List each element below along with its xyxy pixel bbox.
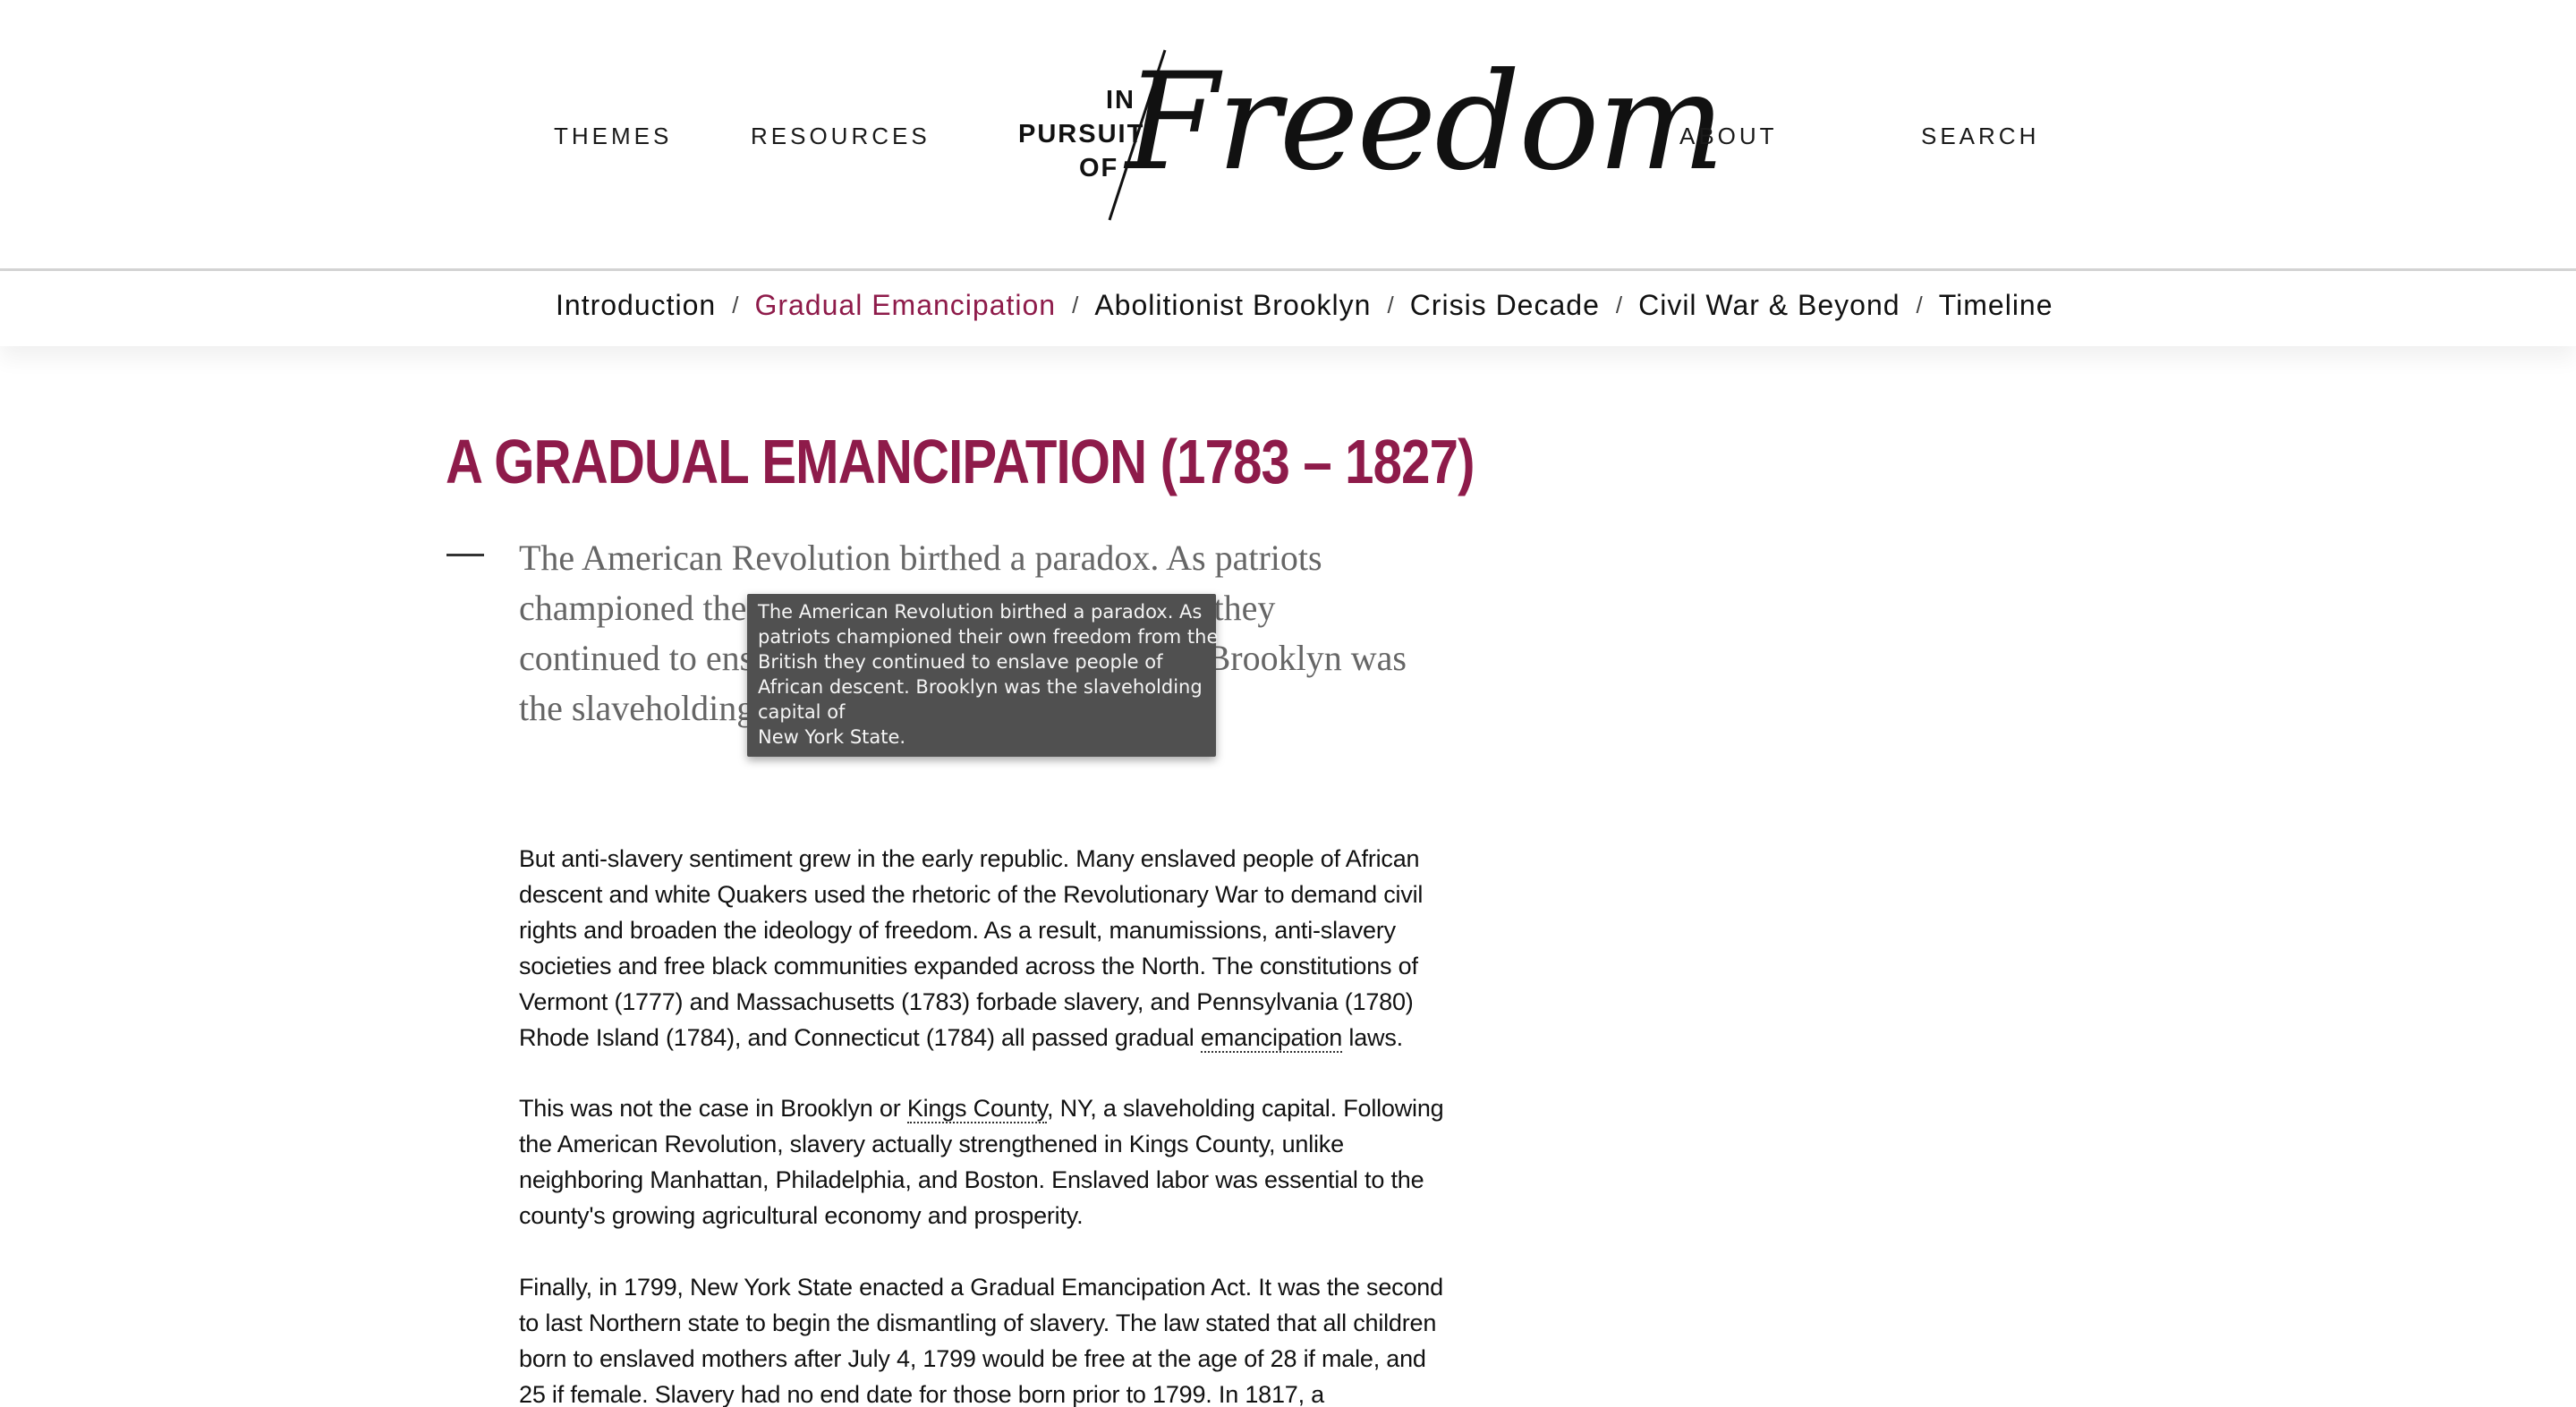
logo-word-of: OF [1079,154,1119,182]
pull-quote-dash [446,554,484,556]
subnav-separator: / [1615,292,1623,318]
tooltip-line: New York State. [758,726,906,748]
subnav-separator: / [1916,292,1923,318]
section-subnav: Introduction / Gradual Emancipation / Ab… [0,271,2576,346]
body-paragraph-3: Finally, in 1799, New York State enacted… [519,1274,1443,1407]
page-title: A GRADUAL EMANCIPATION (1783 – 1827) [446,427,1475,496]
tooltip-line: patriots championed their own freedom fr… [758,626,1219,648]
subnav-item-gradual-emancipation[interactable]: Gradual Emancipation [754,289,1056,322]
subnav-item-timeline[interactable]: Timeline [1939,289,2053,322]
subnav-item-abolitionist-brooklyn[interactable]: Abolitionist Brooklyn [1094,289,1371,322]
body-paragraph-2: This was not the case in Brooklyn or Kin… [519,1090,1450,1233]
logo-word-freedom: Freedom [1126,45,1725,200]
site-logo[interactable]: IN PURSUIT OF Freedom [1009,45,1725,224]
paragraph-text: laws. [1342,1024,1403,1051]
glossary-term-emancipation[interactable]: emancipation [1200,1024,1342,1053]
tooltip-line: African descent. Brooklyn was the slaveh… [758,676,1203,698]
page: THEMES RESOURCES IN PURSUIT OF Freedom A… [0,0,2576,1407]
nav-search-link[interactable]: SEARCH [1921,123,2039,150]
subnav-item-civil-war-beyond[interactable]: Civil War & Beyond [1638,289,1900,322]
pull-quote-tooltip: The American Revolution birthed a parado… [747,594,1219,757]
subnav-separator: / [1387,292,1394,318]
nav-resources-link[interactable]: RESOURCES [751,123,931,150]
tooltip-line: British they continued to enslave people… [758,651,1163,673]
body-paragraph-1: But anti-slavery sentiment grew in the e… [519,841,1450,1055]
subnav-item-introduction[interactable]: Introduction [556,289,716,322]
glossary-term-kings-county[interactable]: Kings County [906,1095,1047,1123]
tooltip-line: The American Revolution birthed a parado… [758,601,1203,623]
nav-themes-link[interactable]: THEMES [554,123,672,150]
nav-about-link[interactable]: ABOUT [1679,123,1778,150]
paragraph-text: This was not the case in Brooklyn or [519,1095,907,1122]
site-header: THEMES RESOURCES IN PURSUIT OF Freedom A… [0,0,2576,271]
subnav-separator: / [1072,292,1079,318]
subnav-separator: / [732,292,739,318]
subnav-list: Introduction / Gradual Emancipation / Ab… [556,289,2053,322]
paragraph-text: But anti-slavery sentiment grew in the e… [519,845,1424,1051]
subnav-item-crisis-decade[interactable]: Crisis Decade [1410,289,1600,322]
tooltip-line: capital of [758,701,846,723]
